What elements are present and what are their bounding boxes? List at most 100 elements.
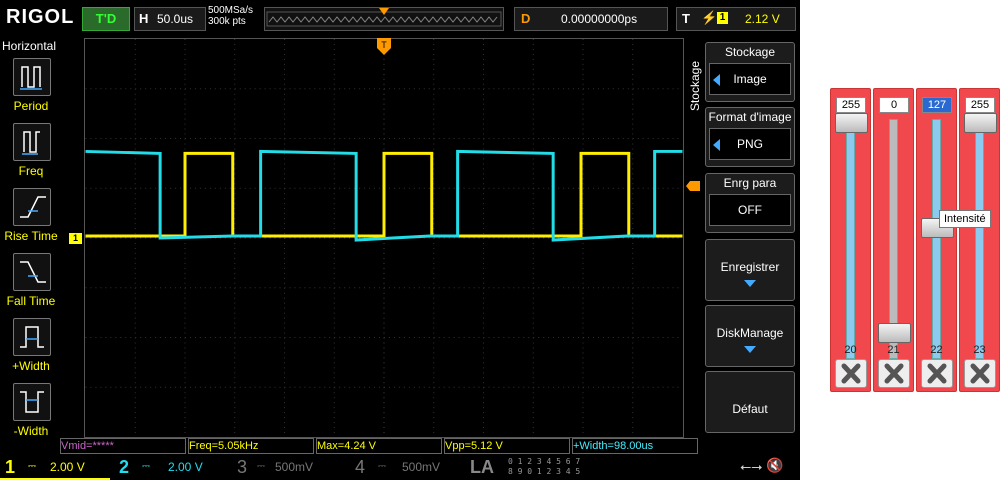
waveform-traces	[85, 149, 683, 242]
trigger-level-marker-icon[interactable]	[686, 181, 700, 191]
ch1-ground-marker[interactable]: 1	[69, 233, 82, 244]
fall-time-icon	[13, 253, 51, 291]
logic-analyzer-tab[interactable]: LA	[466, 456, 506, 478]
slider-number-label: 23	[973, 344, 986, 356]
close-icon[interactable]	[878, 359, 910, 388]
image-format-title: Format d'image	[708, 110, 792, 124]
storage-type-value-box: Image	[709, 63, 791, 95]
la-label: LA	[470, 457, 494, 477]
close-icon[interactable]	[964, 359, 996, 388]
close-icon[interactable]	[835, 359, 867, 388]
ch1-number: 1	[5, 457, 16, 477]
ch4-scale: 500mV	[402, 460, 441, 474]
positive-width-icon	[13, 318, 51, 356]
slider-track[interactable]	[932, 119, 941, 359]
default-label: Défaut	[732, 402, 768, 416]
delay-box[interactable]: D 0.00000000ps	[514, 7, 668, 31]
negative-width-label: -Width	[13, 424, 49, 438]
intensity-slider-22[interactable]: 127 22	[916, 88, 957, 392]
trigger-box[interactable]: T ⚡ 1 2.12 V	[676, 7, 796, 31]
horizontal-value: 50.0us	[157, 12, 194, 26]
period-icon	[13, 58, 51, 96]
trigger-channel: 1	[717, 12, 728, 24]
save-params-value-box: OFF	[709, 194, 791, 226]
brand-logo: RIGOL	[6, 6, 75, 28]
freq-label: Freq	[18, 164, 44, 178]
delay-label: D	[521, 11, 531, 26]
trigger-position-icon[interactable]: T	[376, 38, 392, 56]
horizontal-measure-menu: Horizontal Period Freq Rise Time Fall Ti…	[0, 38, 62, 440]
horizontal-scale[interactable]: H 50.0us	[134, 7, 206, 31]
ch4-number: 4	[355, 457, 366, 477]
channel-bar: 1 ⎓ 2.00 V 2 ⎓ 2.00 V 3 ⎓ 500mV 4 ⎓ 500m…	[0, 454, 800, 480]
storage-side-tab: Stockage	[688, 60, 702, 112]
run-mode-badge[interactable]: T'D	[82, 7, 130, 31]
measure-max[interactable]: Max=4.24 V	[316, 438, 442, 454]
save-button-label: Enregistrer	[720, 260, 780, 274]
left-arrow-icon	[713, 74, 720, 86]
image-format-button[interactable]: Format d'image PNG	[705, 107, 795, 167]
slider-thumb[interactable]	[835, 113, 868, 133]
save-button[interactable]: Enregistrer	[705, 239, 795, 301]
dc-coupling-icon: ⎓	[378, 461, 386, 472]
ch2-scale: 2.00 V	[168, 460, 203, 474]
ch1-tab[interactable]: 1 ⎓ 2.00 V	[0, 456, 110, 480]
slider-track[interactable]	[846, 119, 855, 359]
la-bits-top: 0 1 2 3 4 5 6 7	[508, 457, 581, 466]
measure-vpp[interactable]: Vpp=5.12 V	[444, 438, 570, 454]
measure-vmid[interactable]: Vmid=*****	[60, 438, 186, 454]
slider-value-input[interactable]: 255	[836, 97, 866, 113]
measure-negative-width-button[interactable]: -Width	[2, 383, 60, 447]
trigger-label: T	[682, 11, 690, 26]
save-params-value: OFF	[738, 203, 762, 217]
measure-period-button[interactable]: Period	[2, 58, 60, 122]
left-arrow-icon	[713, 139, 720, 151]
dc-coupling-icon: ⎓	[28, 461, 36, 472]
disk-manage-button[interactable]: DiskManage	[705, 305, 795, 367]
intensity-slider-21[interactable]: 0 21	[873, 88, 914, 392]
negative-width-icon	[13, 383, 51, 421]
ch3-tab[interactable]: 3 ⎓ 500mV	[232, 456, 344, 478]
image-format-value-box: PNG	[709, 128, 791, 160]
status-bar: RIGOL T'D H 50.0us 500MSa/s 300k pts D 0…	[0, 0, 800, 38]
slider-number-label: 22	[930, 344, 943, 356]
delay-value: 0.00000000ps	[561, 12, 638, 26]
ch2-number: 2	[119, 457, 130, 477]
storage-type-title: Stockage	[724, 45, 776, 59]
slider-thumb[interactable]	[878, 323, 911, 343]
waveform-display[interactable]	[84, 38, 684, 438]
oscilloscope-screen: RIGOL T'D H 50.0us 500MSa/s 300k pts D 0…	[0, 0, 800, 480]
measure-frequency-button[interactable]: Freq	[2, 123, 60, 187]
slider-thumb[interactable]	[964, 113, 997, 133]
measure-width[interactable]: +Width=98.00us	[572, 438, 698, 454]
speaker-muted-icon[interactable]: 🔇	[766, 457, 783, 474]
ch4-tab[interactable]: 4 ⎓ 500mV	[350, 456, 462, 478]
rise-time-icon	[13, 188, 51, 226]
rise-time-label: Rise Time	[4, 229, 58, 243]
chevron-down-icon	[744, 346, 756, 353]
measure-fall-time-button[interactable]: Fall Time	[2, 253, 60, 317]
measure-rise-time-button[interactable]: Rise Time	[2, 188, 60, 252]
ch1-scale: 2.00 V	[50, 460, 85, 474]
ch3-scale: 500mV	[275, 460, 314, 474]
intensity-slider-20[interactable]: 255 20	[830, 88, 871, 392]
save-params-button[interactable]: Enrg para OFF	[705, 173, 795, 233]
slider-track[interactable]	[975, 119, 984, 359]
slider-value-input[interactable]: 127	[922, 97, 952, 113]
measure-positive-width-button[interactable]: +Width	[2, 318, 60, 382]
trigger-position-strip[interactable]	[264, 7, 504, 31]
slider-value-input[interactable]: 0	[879, 97, 909, 113]
close-icon[interactable]	[921, 359, 953, 388]
default-button[interactable]: Défaut	[705, 371, 795, 433]
storage-type-button[interactable]: Stockage Image	[705, 42, 795, 102]
menu-title: Horizontal	[2, 39, 57, 53]
trigger-position-text: T	[381, 40, 387, 50]
measure-freq[interactable]: Freq=5.05kHz	[188, 438, 314, 454]
intensity-slider-23[interactable]: 255 23	[959, 88, 1000, 392]
tooltip: Intensité	[939, 210, 991, 228]
dc-coupling-icon: ⎓	[142, 461, 150, 472]
ch2-tab[interactable]: 2 ⎓ 2.00 V	[114, 456, 224, 478]
slider-value-input[interactable]: 255	[965, 97, 995, 113]
memory-depth: 300k pts	[208, 16, 246, 27]
rising-edge-icon: ⚡	[701, 10, 718, 25]
